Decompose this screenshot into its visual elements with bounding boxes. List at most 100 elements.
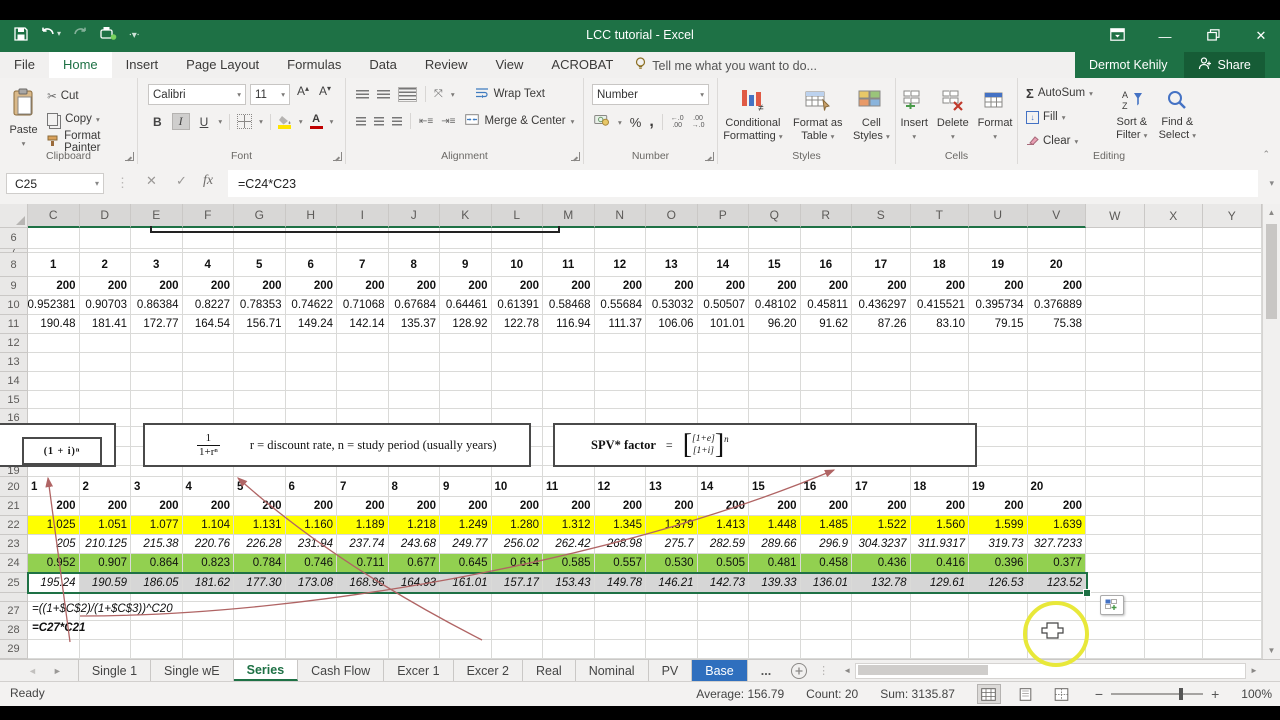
cell-X14[interactable]	[1144, 372, 1203, 391]
align-bottom-icon[interactable]	[398, 86, 417, 102]
cell-G15[interactable]	[234, 391, 286, 409]
cell-L11[interactable]: 122.78	[491, 315, 543, 334]
cell-P21[interactable]: 200	[697, 497, 749, 516]
column-header-K[interactable]: K	[440, 204, 492, 228]
vertical-scrollbar[interactable]: ▲ ▼	[1262, 204, 1280, 659]
cell-L23[interactable]: 256.02	[491, 535, 543, 554]
alignment-dialog-launcher-icon[interactable]	[571, 152, 580, 161]
cell-W24[interactable]	[1086, 554, 1145, 573]
font-size-combo[interactable]: 11 ▾	[250, 84, 290, 105]
cell-P6[interactable]	[697, 228, 749, 249]
column-header-R[interactable]: R	[800, 204, 852, 228]
copy-button[interactable]: Copy ▾	[47, 109, 133, 129]
row-header-21[interactable]: 21	[0, 497, 28, 516]
signed-in-user[interactable]: Dermot Kehily	[1089, 58, 1168, 72]
cell-V14[interactable]	[1027, 372, 1086, 391]
cell-R13[interactable]	[800, 353, 852, 372]
accounting-format-icon[interactable]	[594, 113, 610, 131]
cell-M8[interactable]: 11	[543, 253, 595, 277]
cell-I13[interactable]	[337, 353, 389, 372]
cell-I23[interactable]: 237.74	[337, 535, 389, 554]
zoom-in-icon[interactable]: +	[1211, 686, 1219, 702]
cell-E10[interactable]: 0.86384	[131, 296, 183, 315]
cell-Kx[interactable]	[440, 593, 492, 602]
row-header-11[interactable]: 11	[0, 315, 28, 334]
cell-X15[interactable]	[1144, 391, 1203, 409]
cell-R20[interactable]: 16	[800, 477, 852, 497]
cut-button[interactable]: ✂ Cut	[47, 86, 133, 106]
align-center-icon[interactable]	[374, 116, 384, 126]
cell-X12[interactable]	[1144, 334, 1203, 353]
cell-G10[interactable]: 0.78353	[234, 296, 286, 315]
cell-L27[interactable]	[491, 602, 543, 621]
cell-J27[interactable]	[388, 602, 440, 621]
cell-U6[interactable]	[969, 228, 1028, 249]
autofill-options-button[interactable]	[1100, 595, 1124, 615]
cell-O28[interactable]	[646, 621, 698, 640]
cell-M23[interactable]: 262.42	[543, 535, 595, 554]
cell-X24[interactable]	[1144, 554, 1203, 573]
cell-D14[interactable]	[79, 372, 131, 391]
select-all-corner[interactable]	[0, 204, 28, 228]
cell-X19[interactable]	[1144, 466, 1203, 477]
cell-C20[interactable]: 1	[28, 477, 80, 497]
cell-M9[interactable]: 200	[543, 277, 595, 296]
cell-I8[interactable]: 7	[337, 253, 389, 277]
sheet-tab-real[interactable]: Real	[523, 660, 576, 681]
cell-L12[interactable]	[491, 334, 543, 353]
cell-N11[interactable]: 111.37	[594, 315, 646, 334]
cell-L9[interactable]: 200	[491, 277, 543, 296]
font-name-combo[interactable]: Calibri ▾	[148, 84, 246, 105]
cell-R22[interactable]: 1.485	[800, 516, 852, 535]
cell-D28[interactable]	[79, 621, 131, 640]
tab-home[interactable]: Home	[48, 52, 112, 78]
cell-T27[interactable]	[910, 602, 969, 621]
cell-W10[interactable]	[1086, 296, 1145, 315]
cell-J22[interactable]: 1.218	[388, 516, 440, 535]
page-break-view-icon[interactable]	[1051, 685, 1073, 703]
cell-R28[interactable]	[800, 621, 852, 640]
cell-H12[interactable]	[285, 334, 337, 353]
cell-E22[interactable]: 1.077	[131, 516, 183, 535]
tab-view[interactable]: View	[481, 52, 537, 78]
cell-X6[interactable]	[1144, 228, 1203, 249]
shrink-font-button[interactable]: A▾	[316, 84, 334, 105]
font-color-icon[interactable]: A	[309, 114, 323, 129]
cell-M19[interactable]	[543, 466, 595, 477]
row-header-29[interactable]: 29	[0, 640, 28, 659]
cell-S27[interactable]	[852, 602, 911, 621]
cell-L22[interactable]: 1.280	[491, 516, 543, 535]
cell-P19[interactable]	[697, 466, 749, 477]
cell-X11[interactable]	[1144, 315, 1203, 334]
cell-P15[interactable]	[697, 391, 749, 409]
cell-U23[interactable]: 319.73	[969, 535, 1028, 554]
cell-S19[interactable]	[852, 466, 911, 477]
textbox-compound-factor[interactable]: (1 + i)ⁿ	[0, 423, 116, 467]
cell-D6[interactable]	[79, 228, 131, 249]
cell-G29[interactable]	[234, 640, 286, 659]
cell-R25[interactable]: 136.01	[800, 573, 852, 593]
cell-C12[interactable]	[28, 334, 80, 353]
tab-review[interactable]: Review	[411, 52, 482, 78]
increase-indent-icon[interactable]: ⇥≡	[441, 116, 455, 127]
cell-S24[interactable]: 0.436	[852, 554, 911, 573]
row-header-22[interactable]: 22	[0, 516, 28, 535]
cell-T19[interactable]	[910, 466, 969, 477]
cell-P13[interactable]	[697, 353, 749, 372]
cell-Hx[interactable]	[285, 593, 337, 602]
cell-W25[interactable]	[1086, 573, 1145, 593]
name-box-dropdown-icon[interactable]: ▾	[95, 179, 99, 188]
cell-C23[interactable]: 205	[28, 535, 80, 554]
cell-R11[interactable]: 91.62	[800, 315, 852, 334]
cell-H28[interactable]	[285, 621, 337, 640]
zoom-slider[interactable]	[1111, 688, 1204, 700]
cell-F13[interactable]	[182, 353, 234, 372]
cell-T22[interactable]: 1.560	[910, 516, 969, 535]
cell-F19[interactable]	[182, 466, 234, 477]
cell-U20[interactable]: 19	[969, 477, 1028, 497]
cell-N20[interactable]: 12	[594, 477, 646, 497]
cell-P22[interactable]: 1.413	[697, 516, 749, 535]
cell-O6[interactable]	[646, 228, 698, 249]
cell-L19[interactable]	[491, 466, 543, 477]
cell-C6[interactable]	[28, 228, 80, 249]
